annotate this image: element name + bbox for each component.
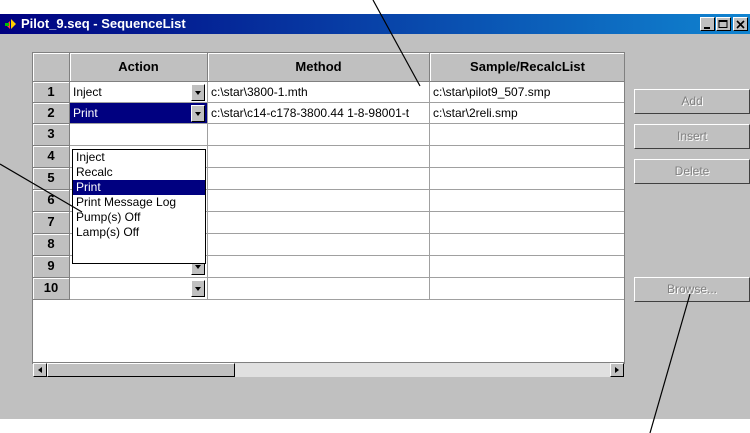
method-cell[interactable]	[208, 278, 430, 300]
action-dropdown-button[interactable]	[191, 105, 205, 122]
maximize-icon	[718, 20, 728, 28]
dropdown-option-lamps-off[interactable]: Lamp(s) Off	[73, 225, 205, 240]
method-cell[interactable]	[208, 146, 430, 168]
sample-cell[interactable]: c:\star\2reli.smp	[430, 103, 624, 124]
action-cell[interactable]	[70, 124, 208, 146]
action-dropdown-button[interactable]	[191, 84, 205, 101]
scroll-right-icon	[615, 367, 619, 373]
row-header[interactable]: 3	[33, 124, 70, 146]
method-cell[interactable]	[208, 212, 430, 234]
column-header-sample[interactable]: Sample/RecalcList	[430, 53, 624, 82]
scroll-thumb[interactable]	[47, 363, 235, 377]
sample-cell[interactable]	[430, 124, 624, 146]
minimize-icon	[704, 27, 710, 29]
column-header-action[interactable]: Action	[70, 53, 208, 82]
close-button[interactable]	[733, 17, 748, 31]
row-header[interactable]: 6	[33, 190, 70, 212]
add-button[interactable]: Add	[634, 89, 750, 114]
method-cell[interactable]	[208, 234, 430, 256]
scroll-left-button[interactable]	[33, 363, 47, 377]
insert-button[interactable]: Insert	[634, 124, 750, 149]
action-cell-selected[interactable]: Print	[70, 103, 208, 124]
action-dropdown-list[interactable]: Inject Recalc Print Print Message Log Pu…	[72, 149, 206, 264]
sample-cell[interactable]	[430, 190, 624, 212]
delete-button[interactable]: Delete	[634, 159, 750, 184]
action-cell[interactable]	[70, 278, 208, 300]
close-icon	[736, 20, 745, 29]
column-header-method[interactable]: Method	[208, 53, 430, 82]
method-cell[interactable]: c:\star\3800-1.mth	[208, 82, 430, 103]
row-header[interactable]: 2	[33, 103, 70, 124]
row-header[interactable]: 5	[33, 168, 70, 190]
row-header[interactable]: 7	[33, 212, 70, 234]
sample-cell[interactable]	[430, 278, 624, 300]
row-header[interactable]: 10	[33, 278, 70, 300]
method-cell[interactable]	[208, 124, 430, 146]
action-dropdown-button[interactable]	[191, 280, 205, 297]
row-header[interactable]: 9	[33, 256, 70, 278]
sample-cell[interactable]	[430, 234, 624, 256]
sample-cell[interactable]	[430, 168, 624, 190]
row-header[interactable]: 1	[33, 82, 70, 103]
window-title: Pilot_9.seq - SequenceList	[21, 16, 186, 31]
scroll-left-icon	[38, 367, 42, 373]
maximize-button[interactable]	[716, 17, 731, 31]
dropdown-option-pumps-off[interactable]: Pump(s) Off	[73, 210, 205, 225]
sample-cell[interactable]	[430, 212, 624, 234]
dropdown-option-inject[interactable]: Inject	[73, 150, 205, 165]
corner-header	[33, 53, 70, 82]
star-app-icon	[5, 19, 16, 29]
horizontal-scrollbar[interactable]	[33, 362, 624, 377]
browse-button[interactable]: Browse...	[634, 277, 750, 302]
sample-cell[interactable]: c:\star\pilot9_507.smp	[430, 82, 624, 103]
scroll-right-button[interactable]	[610, 363, 624, 377]
method-cell[interactable]	[208, 190, 430, 212]
method-cell[interactable]	[208, 168, 430, 190]
dropdown-option-print[interactable]: Print	[73, 180, 205, 195]
sample-cell[interactable]	[430, 256, 624, 278]
row-header[interactable]: 8	[33, 234, 70, 256]
minimize-button[interactable]	[700, 17, 715, 31]
dropdown-option-recalc[interactable]: Recalc	[73, 165, 205, 180]
sample-cell[interactable]	[430, 146, 624, 168]
action-cell[interactable]: Inject	[70, 82, 208, 103]
method-cell[interactable]	[208, 256, 430, 278]
title-bar[interactable]: Pilot_9.seq - SequenceList	[0, 14, 750, 34]
method-cell[interactable]: c:\star\c14-c178-3800.44 1-8-98001-t	[208, 103, 430, 124]
row-header[interactable]: 4	[33, 146, 70, 168]
dropdown-option-print-message-log[interactable]: Print Message Log	[73, 195, 205, 210]
